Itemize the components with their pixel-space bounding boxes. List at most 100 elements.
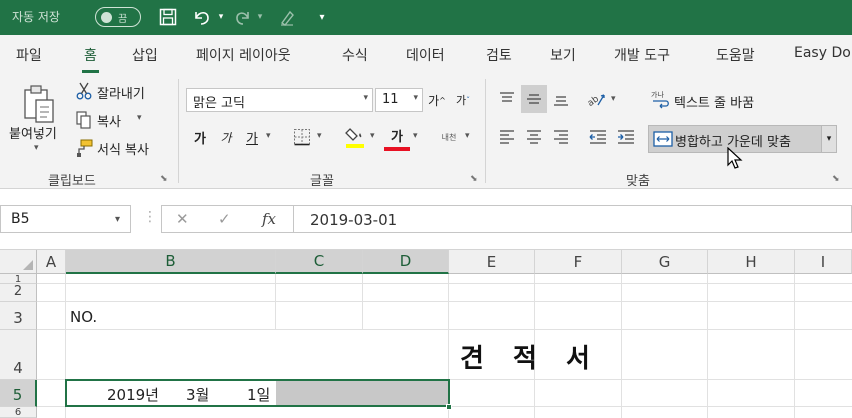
italic-button[interactable]: 가 bbox=[215, 125, 237, 149]
chevron-down-icon[interactable]: ▾ bbox=[363, 93, 368, 103]
row-header-2[interactable]: 2 bbox=[0, 284, 37, 302]
borders-icon[interactable] bbox=[290, 125, 314, 149]
phonetic-button[interactable]: 내천 bbox=[436, 125, 462, 149]
orientation-dropdown-icon[interactable]: ▾ bbox=[611, 94, 616, 104]
group-divider bbox=[178, 79, 179, 183]
gridline bbox=[37, 301, 852, 302]
row-header-5[interactable]: 5 bbox=[0, 380, 37, 407]
increase-indent-icon[interactable] bbox=[614, 125, 638, 149]
customize-qat-icon[interactable]: ▾ bbox=[314, 5, 330, 29]
format-painter-icon[interactable] bbox=[276, 5, 300, 29]
cell-title[interactable]: 견 적 서 bbox=[460, 338, 600, 375]
autosave-state: 끔 bbox=[118, 14, 128, 25]
font-launcher-icon[interactable]: ⬊ bbox=[470, 174, 478, 184]
undo-icon[interactable] bbox=[190, 5, 214, 29]
group-divider bbox=[485, 79, 486, 183]
underline-dropdown-icon[interactable]: ▾ bbox=[266, 131, 271, 141]
column-header-f[interactable]: F bbox=[535, 250, 622, 274]
clipboard-launcher-icon[interactable]: ⬊ bbox=[160, 174, 168, 184]
tab-easy-document[interactable]: Easy Do bbox=[794, 45, 851, 61]
cancel-icon[interactable]: ✕ bbox=[176, 210, 189, 228]
copy-dropdown-icon[interactable]: ▾ bbox=[137, 113, 142, 123]
tab-home[interactable]: 홈 bbox=[82, 45, 99, 73]
row-header-4[interactable]: 4 bbox=[0, 330, 37, 380]
column-header-a[interactable]: A bbox=[37, 250, 66, 274]
underline-button[interactable]: 가 bbox=[241, 125, 263, 149]
align-left-icon[interactable] bbox=[496, 125, 518, 149]
row-header-1[interactable]: 1 bbox=[0, 274, 37, 284]
name-box[interactable]: B5 ▾ bbox=[0, 205, 131, 233]
fill-handle[interactable] bbox=[446, 404, 452, 410]
tab-page-layout[interactable]: 페이지 레이아웃 bbox=[196, 45, 291, 65]
svg-text:ab: ab bbox=[586, 94, 601, 108]
tab-insert[interactable]: 삽입 bbox=[132, 45, 158, 65]
cell-b5-month: 3월 bbox=[186, 386, 210, 404]
fill-color-icon[interactable] bbox=[343, 123, 367, 151]
gridline bbox=[37, 329, 852, 330]
column-header-e[interactable]: E bbox=[449, 250, 535, 274]
borders-dropdown-icon[interactable]: ▾ bbox=[317, 131, 322, 141]
font-size-combo[interactable]: 11 ▾ bbox=[375, 88, 423, 112]
align-right-icon[interactable] bbox=[550, 125, 572, 149]
insert-function-icon[interactable]: fx bbox=[262, 210, 276, 228]
bold-button[interactable]: 가 bbox=[189, 125, 211, 149]
copy-button[interactable]: 복사 bbox=[97, 111, 121, 130]
cell-b3[interactable]: NO. bbox=[70, 308, 97, 326]
wrap-text-button[interactable]: 텍스트 줄 바꿈 bbox=[674, 92, 754, 111]
wrap-text-icon[interactable]: 가나 bbox=[650, 87, 672, 111]
tab-data[interactable]: 데이터 bbox=[406, 45, 445, 65]
tab-help[interactable]: 도움말 bbox=[716, 45, 755, 65]
fill-color-dropdown-icon[interactable]: ▾ bbox=[370, 131, 375, 141]
alignment-group-label: 맞춤 bbox=[626, 174, 650, 189]
row-header-3[interactable]: 3 bbox=[0, 302, 37, 330]
cut-icon[interactable] bbox=[75, 81, 93, 101]
align-bottom-icon[interactable] bbox=[550, 87, 572, 111]
undo-dropdown-icon[interactable]: ▾ bbox=[214, 5, 228, 29]
font-name-combo[interactable]: 맑은 고딕 ▾ bbox=[186, 88, 373, 112]
redo-icon[interactable] bbox=[232, 5, 254, 29]
align-top-icon[interactable] bbox=[496, 87, 518, 111]
paste-icon[interactable] bbox=[10, 81, 68, 127]
cut-button[interactable]: 잘라내기 bbox=[97, 83, 145, 102]
align-middle-icon[interactable] bbox=[521, 85, 547, 113]
format-painter-brush-icon[interactable] bbox=[75, 138, 93, 158]
column-header-d[interactable]: D bbox=[363, 250, 449, 274]
decrease-indent-icon[interactable] bbox=[586, 125, 610, 149]
align-center-icon[interactable] bbox=[523, 125, 545, 149]
tab-developer[interactable]: 개발 도구 bbox=[614, 45, 670, 65]
gridline bbox=[707, 274, 708, 418]
font-color-button[interactable]: 가 bbox=[384, 123, 410, 151]
save-icon[interactable] bbox=[155, 5, 181, 29]
column-header-b[interactable]: B bbox=[66, 250, 276, 274]
merge-center-dropdown-icon[interactable]: ▾ bbox=[822, 125, 837, 153]
chevron-down-icon[interactable]: ▾ bbox=[413, 93, 418, 103]
tab-file[interactable]: 파일 bbox=[16, 45, 42, 65]
column-header-g[interactable]: G bbox=[622, 250, 708, 274]
chevron-down-icon[interactable]: ▾ bbox=[115, 214, 120, 225]
copy-icon[interactable] bbox=[75, 110, 93, 130]
tab-view[interactable]: 보기 bbox=[550, 45, 576, 65]
column-header-i[interactable]: I bbox=[795, 250, 852, 274]
row-header-6[interactable]: 6 bbox=[0, 407, 37, 418]
font-color-dropdown-icon[interactable]: ▾ bbox=[413, 131, 418, 141]
tab-review[interactable]: 검토 bbox=[486, 45, 512, 65]
formula-input[interactable]: 2019-03-01 bbox=[294, 205, 852, 233]
increase-font-size-icon[interactable]: 가 ^ bbox=[426, 89, 448, 111]
clipboard-group-label: 클립보드 bbox=[48, 174, 96, 189]
svg-text:가나: 가나 bbox=[651, 90, 664, 99]
autosave-toggle[interactable]: 끔 bbox=[95, 7, 141, 27]
enter-icon[interactable]: ✓ bbox=[218, 210, 231, 228]
resize-handle-icon[interactable]: ⋮ bbox=[143, 209, 157, 225]
alignment-launcher-icon[interactable]: ⬊ bbox=[832, 174, 840, 184]
orientation-icon[interactable]: ab bbox=[584, 87, 608, 111]
tab-formulas[interactable]: 수식 bbox=[342, 45, 368, 65]
column-header-c[interactable]: C bbox=[276, 250, 363, 274]
phonetic-dropdown-icon[interactable]: ▾ bbox=[465, 131, 470, 141]
format-painter-button[interactable]: 서식 복사 bbox=[97, 139, 149, 158]
select-all-button[interactable] bbox=[0, 250, 37, 274]
paste-dropdown-icon[interactable]: ▾ bbox=[34, 143, 39, 153]
column-header-h[interactable]: H bbox=[708, 250, 795, 274]
redo-dropdown-icon[interactable]: ▾ bbox=[254, 5, 266, 29]
paste-button[interactable]: 붙여넣기 bbox=[9, 123, 57, 142]
decrease-font-size-icon[interactable]: 가ˇ bbox=[452, 89, 474, 111]
